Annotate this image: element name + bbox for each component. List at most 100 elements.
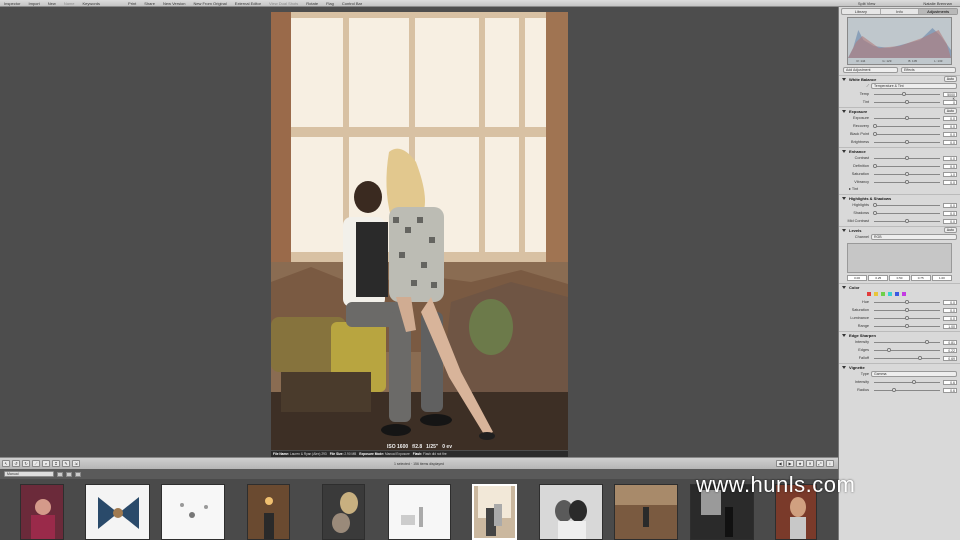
slider-knob[interactable] — [905, 218, 909, 223]
levels-histogram[interactable] — [847, 243, 952, 273]
tab-adjustments[interactable]: Adjustments — [919, 9, 958, 14]
color-swatch[interactable] — [867, 292, 871, 296]
slider-knob[interactable] — [905, 323, 909, 328]
effects-popup[interactable]: Effects — [901, 67, 956, 73]
thumbnail[interactable] — [388, 484, 451, 540]
value-field[interactable]: 0.6 — [943, 387, 957, 393]
section-header-color[interactable]: Color — [839, 283, 960, 290]
slider-knob[interactable] — [873, 123, 878, 128]
toolbar-flag-button[interactable]: Flag — [322, 1, 338, 6]
auto-button[interactable]: Auto — [943, 108, 957, 114]
toolbar-rotate-button[interactable]: Rotate — [302, 1, 322, 6]
add-adjustment-popup[interactable]: Add Adjustment — [843, 67, 898, 73]
levels-value-field[interactable]: 0.00 — [847, 275, 868, 281]
filmstrip-view-icon[interactable] — [75, 471, 81, 477]
slider-knob[interactable] — [873, 202, 878, 207]
toolbar-print-button[interactable]: Print — [124, 1, 140, 6]
tab-library[interactable]: Library — [842, 9, 881, 14]
toolbar-view-dual-shots-button[interactable]: View Dual Shots — [265, 1, 302, 6]
value-field[interactable]: 0.81 — [943, 339, 957, 345]
color-swatch[interactable] — [874, 292, 878, 296]
slider-knob[interactable] — [924, 339, 929, 344]
value-field[interactable]: 0.6 — [943, 379, 957, 385]
levels-value-field[interactable]: 0.50 — [889, 275, 910, 281]
slider-track[interactable] — [874, 155, 940, 160]
section-header-white-balance[interactable]: White Balance Auto — [839, 75, 960, 82]
value-field[interactable]: 0 — [943, 99, 957, 105]
value-field[interactable]: 0.0 — [943, 315, 957, 321]
slider-knob[interactable] — [917, 355, 922, 360]
levels-value-field[interactable]: 1.00 — [931, 275, 953, 281]
slider-knob[interactable] — [905, 115, 909, 120]
value-field[interactable]: 1.0 — [943, 171, 957, 177]
value-field[interactable]: 0.69 — [943, 355, 957, 361]
slider-track[interactable] — [873, 202, 940, 207]
thumbnail[interactable] — [539, 484, 603, 540]
disclosure-triangle-icon[interactable] — [842, 285, 846, 289]
slider-knob[interactable] — [873, 131, 878, 136]
toolbar-import-button[interactable]: Import — [24, 1, 43, 6]
slider-track[interactable] — [874, 347, 940, 352]
levels-value-field[interactable]: 0.25 — [868, 275, 889, 281]
auto-button[interactable]: Auto — [943, 76, 957, 82]
toolbar-external-editor-button[interactable]: External Editor — [231, 1, 265, 6]
slider-knob[interactable] — [911, 379, 916, 384]
list-view-icon[interactable] — [66, 471, 72, 477]
image-viewer[interactable]: ISO 1600 f/2.8 1/25" 0 ev File Name: Lauren… — [0, 7, 838, 457]
slider-knob[interactable] — [905, 299, 909, 304]
slider-track[interactable] — [873, 163, 940, 168]
channel-popup[interactable]: RGB — [871, 234, 957, 240]
value-field[interactable]: 0.0 — [943, 139, 957, 145]
vignette-type-popup[interactable]: Gamma — [871, 371, 957, 377]
disclosure-triangle-icon[interactable] — [842, 149, 846, 153]
slider-track[interactable] — [874, 323, 940, 328]
value-field[interactable]: 0.22 — [943, 347, 957, 353]
sort-popup[interactable]: Manual — [4, 471, 54, 477]
info-icon[interactable]: i — [826, 460, 834, 467]
disclosure-triangle-icon[interactable] — [842, 365, 846, 369]
value-field[interactable]: 0.0 — [943, 218, 957, 224]
white-balance-mode-popup[interactable]: Temperature & Tint — [871, 83, 957, 89]
toolbar-name-button[interactable]: Name — [60, 1, 79, 6]
slider-track[interactable] — [874, 387, 940, 392]
color-swatch[interactable] — [895, 292, 899, 296]
slider-track[interactable] — [874, 139, 940, 144]
disclosure-triangle-icon[interactable] — [842, 228, 846, 232]
main-photo[interactable] — [271, 12, 568, 450]
value-field[interactable]: 1.00 — [943, 323, 957, 329]
disclosure-triangle-icon[interactable] — [842, 333, 846, 337]
slider-knob[interactable] — [905, 155, 909, 160]
thumbnail[interactable] — [322, 484, 365, 540]
value-field[interactable]: 0.0 — [943, 155, 957, 161]
slider-knob[interactable] — [905, 315, 909, 320]
auto-button[interactable]: Auto — [943, 227, 957, 233]
slider-knob[interactable] — [905, 171, 909, 176]
slider-track[interactable] — [873, 123, 940, 128]
slider-track[interactable] — [873, 131, 940, 136]
slider-track[interactable] — [874, 315, 940, 320]
section-header-exposure[interactable]: Exposure Auto — [839, 107, 960, 114]
slider-knob[interactable] — [873, 210, 878, 215]
eyedropper-icon[interactable]: ⟋ — [845, 84, 871, 88]
section-header-levels[interactable]: Levels Auto — [839, 226, 960, 233]
value-field[interactable]: 0.0 — [943, 210, 957, 216]
slider-knob[interactable] — [905, 139, 909, 144]
slider-knob[interactable] — [886, 347, 891, 352]
value-field[interactable]: 0.0 — [943, 131, 957, 137]
section-header-vignette[interactable]: Vignette — [839, 363, 960, 370]
disclosure-triangle-icon[interactable] — [842, 77, 846, 81]
toolbar-keywords-button[interactable]: Keywords — [78, 1, 104, 6]
color-swatch[interactable] — [902, 292, 906, 296]
thumbnail[interactable] — [85, 484, 150, 540]
slider-track[interactable] — [874, 379, 940, 384]
value-field[interactable]: 0.0 — [943, 202, 957, 208]
slider-track[interactable] — [874, 99, 940, 104]
toolbar-control-bar-button[interactable]: Control Bar — [338, 1, 366, 6]
value-field[interactable]: 0.0 — [943, 179, 957, 185]
value-field[interactable]: 0.0 — [943, 163, 957, 169]
tint-subsection[interactable]: ▸ Tint — [839, 186, 960, 193]
toolbar-new-from-original-button[interactable]: New From Original — [189, 1, 230, 6]
slider-track[interactable] — [874, 115, 940, 120]
color-swatch[interactable] — [888, 292, 892, 296]
slider-knob[interactable] — [901, 91, 906, 96]
